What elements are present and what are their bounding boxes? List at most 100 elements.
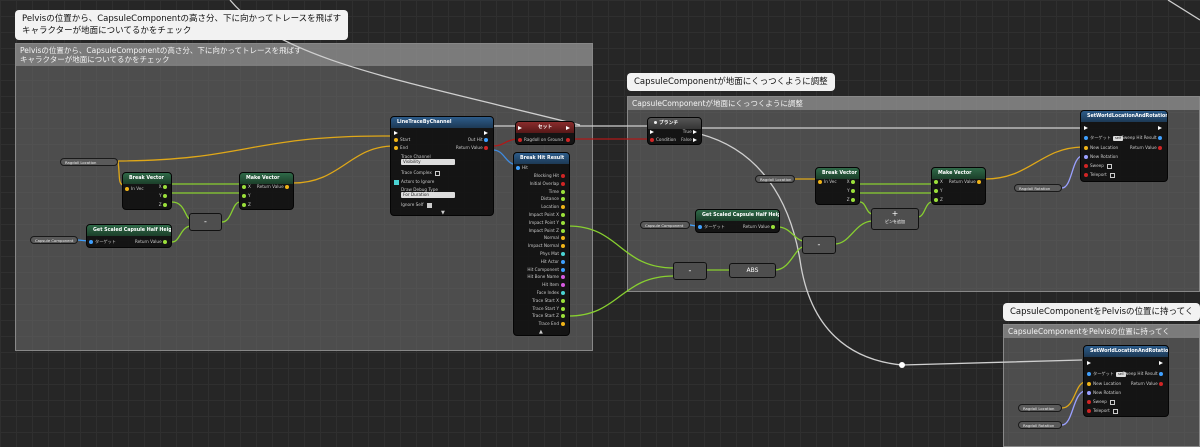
ragdoll-rotation-getter[interactable]: Ragdoll Rotation [1018,421,1062,429]
capsule-component-getter[interactable]: Capsule Component [640,221,690,229]
comment-bubble-trace[interactable]: Pelvisの位置から、CapsuleComponentの高さ分、下に向かってト… [15,10,349,40]
pin-row[interactable]: Out Hit [468,137,490,143]
pin-row[interactable]: New Rotation [1084,154,1118,160]
get-capsule-half-height-node[interactable]: Get Scaled Capsule Half Height ターゲット Ret… [695,209,780,233]
pin-row[interactable]: Impact Normal [528,243,567,249]
pin-row[interactable]: End [394,145,408,151]
pin-row[interactable]: Condition [650,137,676,143]
checkbox[interactable] [1106,163,1112,169]
pin-row[interactable]: Trace End [539,321,567,327]
exec-in-pin[interactable] [518,125,524,131]
comment-bubble-move[interactable]: CapsuleComponentをPelvisの位置に持ってく [1003,303,1200,321]
pin-row[interactable]: Return Value [949,179,983,185]
pin-row[interactable]: Z [159,202,169,208]
pin-row[interactable]: Distance [541,196,567,202]
pin-row[interactable]: X [934,179,943,185]
pin-row[interactable]: Ignore Self [401,202,432,208]
pin-row[interactable]: Hit Component [527,267,567,273]
add-pin-button[interactable]: ピンを追加 [872,219,918,225]
trace-channel-dropdown[interactable]: Visibility [401,159,455,165]
pin-row[interactable]: In Vec [818,179,837,185]
pin-row[interactable]: ターゲット self [1084,135,1124,141]
pin-row[interactable]: Hit [516,165,528,171]
exec-in-pin[interactable] [394,130,400,136]
pin-row[interactable]: New Location [1084,145,1118,151]
branch-node[interactable]: ブランチ Condition True False [647,117,702,145]
make-vector-node[interactable]: Make Vector X Y Z Return Value [239,172,294,210]
debug-type-dropdown[interactable]: For Duration [401,192,455,198]
pin-row[interactable]: Trace Complex [401,170,440,176]
pin-row[interactable]: Start [394,137,410,143]
pin-row[interactable]: In Vec [125,186,144,192]
checkbox[interactable] [1112,408,1118,414]
ragdoll-location-getter[interactable]: Ragdoll Location [755,175,795,183]
exec-in-pin[interactable] [1087,360,1093,366]
pin-row[interactable]: Return Value [456,145,490,151]
pin-row[interactable]: Return Value [1130,145,1164,151]
subtract-node[interactable]: - [802,236,836,254]
pin-row[interactable]: Sweep Hit Result [1122,371,1165,377]
set-variable-node[interactable]: セット Ragdoll on Ground [515,121,575,145]
ragdoll-location-getter[interactable]: Ragdoll Location [60,158,118,166]
add-node[interactable]: + ピンを追加 [871,208,919,230]
pin-row[interactable]: Impact Point X [529,212,567,218]
pin-row[interactable]: Ragdoll on Ground [518,137,563,143]
pin-row[interactable]: Trace Start X [532,298,567,304]
pin-row[interactable]: Normal [544,235,567,241]
break-vector-node[interactable]: Break Vector In Vec X Y Z [815,167,860,205]
pin-row[interactable]: Y [242,193,251,199]
pin-row[interactable]: New Location [1087,381,1121,387]
pin-row[interactable]: Sweep [1084,163,1112,169]
checkbox[interactable] [1109,172,1115,178]
pin-row[interactable]: Blocking Hit [534,173,567,179]
make-vector-node[interactable]: Make Vector X Y Z Return Value [931,167,986,205]
pin-row[interactable]: Trace Start Y [532,306,567,312]
pin-row[interactable]: Impact Point Y [529,220,567,226]
exec-out-pin[interactable] [566,125,572,131]
set-world-location-and-rotation-node[interactable]: SetWorldLocationAndRotation ターゲット self Ne… [1080,110,1168,182]
pin-row[interactable]: Face Index [537,290,567,296]
ragdoll-rotation-getter[interactable]: Ragdoll Rotation [1014,184,1062,192]
pin-row[interactable]: Sweep [1087,399,1115,405]
checkbox[interactable] [1109,399,1115,405]
pin-row[interactable]: Y [934,188,943,194]
checkbox[interactable] [434,170,440,176]
subtract-node[interactable]: - [673,262,707,280]
pin-row[interactable]: Z [242,202,251,208]
pin-row[interactable]: True [683,129,699,135]
pin-row[interactable]: Sweep Hit Result [1121,135,1164,141]
pin-row[interactable]: Hit Bone Name [527,274,567,280]
pin-row[interactable]: Time [549,189,567,195]
collapse-arrow-icon[interactable]: ▲ [539,329,543,335]
pin-row[interactable]: Hit Actor [541,259,567,265]
pin-row[interactable]: Return Value [257,184,291,190]
exec-out-pin[interactable] [484,130,490,136]
pin-row[interactable]: Impact Point Z [529,228,567,234]
pin-row[interactable]: Hit Item [542,282,567,288]
capsule-component-getter[interactable]: Capsule Component [30,236,78,244]
exec-out-pin[interactable] [1159,360,1165,366]
pin-row[interactable]: Y [159,193,169,199]
line-trace-by-channel-node[interactable]: LineTraceByChannel Start End Trace Chann… [390,116,494,216]
pin-row[interactable]: ターゲット [698,224,725,230]
get-capsule-half-height-node[interactable]: Get Scaled Capsule Half Height ターゲット Ret… [86,224,172,248]
reroute-dot[interactable] [899,362,905,368]
pin-row[interactable]: Return Value [743,224,777,230]
pin-row[interactable]: X [159,184,169,190]
break-vector-node[interactable]: Break Vector In Vec X Y Z [122,172,172,210]
pin-row[interactable]: X [847,179,857,185]
pin-row[interactable]: False [681,137,699,143]
ragdoll-location-getter[interactable]: Ragdoll Location [1018,404,1062,412]
pin-row[interactable]: Trace Start Z [532,313,567,319]
subtract-node[interactable]: - [189,213,222,231]
pin-row[interactable]: Z [847,197,857,203]
pin-row[interactable]: Y [847,188,857,194]
checkbox[interactable] [426,202,432,208]
break-hit-result-node[interactable]: Break Hit Result Hit Blocking Hit Initial… [513,152,570,336]
pin-row[interactable]: ターゲット [89,239,116,245]
pin-row[interactable]: Phys Mat [540,251,567,257]
pin-row[interactable] [566,137,572,143]
set-world-location-and-rotation-node[interactable]: SetWorldLocationAndRotation ターゲット self Ne… [1083,345,1169,417]
pin-row[interactable]: Return Value [135,239,169,245]
pin-row[interactable]: X [242,184,251,190]
